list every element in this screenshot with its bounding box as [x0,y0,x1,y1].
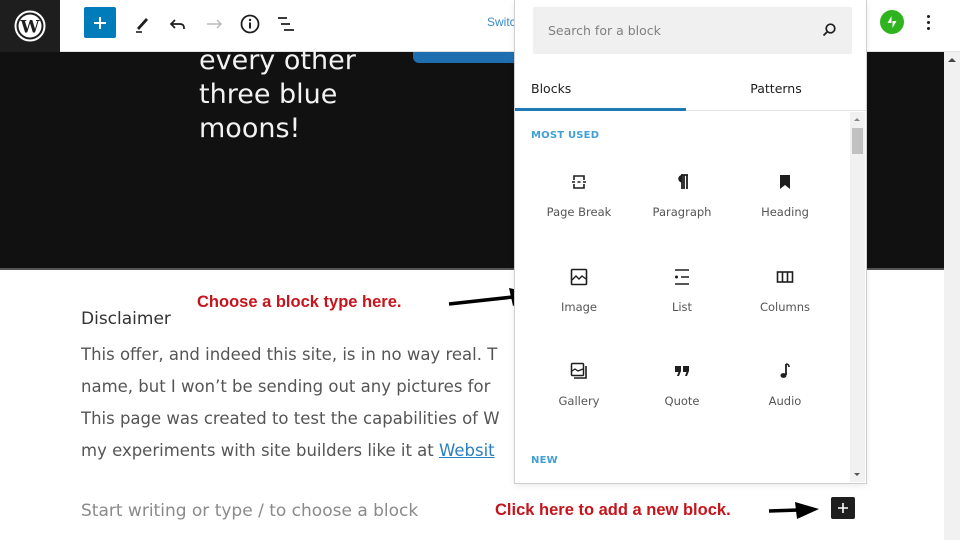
block-label: Heading [761,205,809,219]
paragraph-line: This page was created to test the capabi… [81,409,500,428]
block-search [533,7,852,54]
tab-blocks[interactable]: Blocks [515,68,686,111]
block-label: List [671,300,693,314]
block-gallery[interactable]: Gallery [529,349,629,429]
wordpress-logo-icon: W [14,10,46,42]
scrollbar-thumb[interactable] [852,128,863,154]
scroll-up-icon[interactable] [854,118,860,121]
dot [926,14,930,18]
pencil-icon [136,18,148,33]
switch-link[interactable]: Switch [487,15,515,29]
block-audio[interactable]: Audio [735,349,835,429]
paragraph-icon [678,174,688,189]
info-icon [240,14,260,34]
block-list[interactable]: List [632,255,732,335]
block-paragraph[interactable]: Paragraph [632,160,732,240]
block-label: Paragraph [652,205,712,219]
block-label: Audio [768,394,802,408]
plus-icon [838,503,848,513]
list-view-button[interactable] [270,8,302,40]
paragraph-line: my experiments with site builders like i… [81,435,521,467]
gallery-icon [570,362,587,379]
block-heading[interactable]: Heading [735,160,835,240]
cover-heading-line: three blue [199,79,338,110]
page-scrollbar[interactable] [944,52,960,540]
undo-icon [169,19,185,29]
redo-button[interactable] [198,8,230,40]
cover-heading-line: moons! [199,113,301,144]
block-page-break[interactable]: Page Break [529,160,629,240]
dot [926,20,930,24]
block-inserter-panel: Blocks Patterns MOST USED Page Break Par… [514,0,867,484]
jetpack-icon [887,16,897,28]
hero-button[interactable] [413,52,523,63]
block-label: Page Break [546,205,612,219]
inserter-tabs: Blocks Patterns [515,68,866,111]
add-block-toggle-button[interactable] [84,7,116,38]
block-label: Gallery [558,394,600,408]
block-search-input[interactable] [548,7,808,54]
svg-text:W: W [19,18,40,38]
block-columns[interactable]: Columns [735,255,835,335]
section-most-used: MOST USED [531,130,600,141]
paragraph-line: name, but I won’t be sending out any pic… [81,377,491,396]
block-image[interactable]: Image [529,255,629,335]
jetpack-button[interactable] [880,10,904,34]
section-new: NEW [531,455,558,466]
inserter-scrollbar[interactable] [850,112,865,482]
details-button[interactable] [234,8,266,40]
block-editor: W Switch every othe [0,0,960,540]
disclaimer-heading[interactable]: Disclaimer [81,309,171,329]
more-options-button[interactable] [916,8,940,36]
annotation-add-new-block: Click here to add a new block. [495,501,731,519]
scroll-down-icon[interactable] [854,473,860,476]
plus-icon [94,16,106,29]
dot [926,26,930,30]
tools-button[interactable] [126,8,158,40]
audio-icon [780,363,790,378]
add-block-button[interactable] [831,497,855,519]
undo-button[interactable] [162,8,194,40]
search-icon [822,23,836,37]
block-label: Columns [759,300,811,314]
annotation-choose-block: Choose a block type here. [197,293,402,311]
paragraph-line-text: my experiments with site builders like i… [81,441,439,460]
disclaimer-paragraph[interactable]: This offer, and indeed this site, is in … [81,339,521,467]
list-view-icon [278,17,294,31]
tab-patterns[interactable]: Patterns [686,68,866,111]
website-link[interactable]: Websit [439,441,495,460]
page-break-icon [572,175,586,189]
scroll-up-icon[interactable] [948,58,956,62]
cover-heading[interactable]: every other three blue moons! [199,44,409,146]
quote-icon [675,366,689,376]
block-label: Quote [664,394,700,408]
empty-block-placeholder[interactable]: Start writing or type / to choose a bloc… [81,501,418,521]
heading-icon [780,175,790,189]
list-icon [675,269,689,285]
wordpress-logo-button[interactable]: W [0,0,60,52]
paragraph-line: This offer, and indeed this site, is in … [81,345,498,364]
annotation-arrow-icon [768,502,819,519]
columns-icon [776,271,794,283]
cover-heading-line: every other [199,45,356,76]
redo-icon [207,19,223,29]
block-quote[interactable]: Quote [632,349,732,429]
image-icon [570,268,588,286]
block-label: Image [560,300,598,314]
